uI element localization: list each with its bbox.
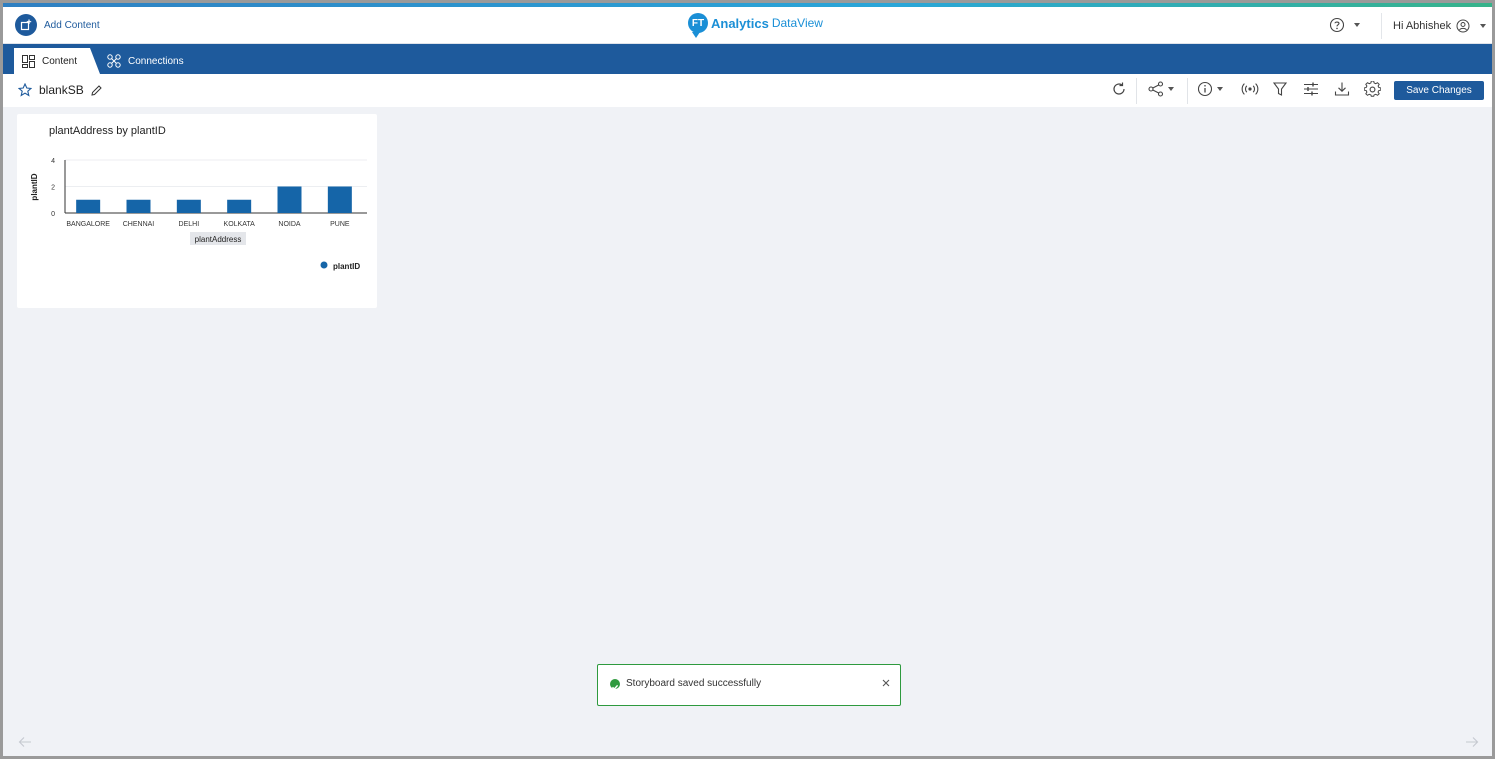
share-icon [1148, 81, 1164, 97]
bar-delhi [176, 199, 201, 213]
download-icon [1334, 82, 1350, 96]
dashboard-icon [22, 54, 35, 68]
add-content-label: Add Content [44, 19, 100, 31]
bar-noida [277, 186, 302, 213]
storyboard-toolbar: blankSB Save Changes [3, 74, 1492, 107]
save-changes-button[interactable]: Save Changes [1394, 81, 1484, 100]
y-axis-label: plantID [30, 173, 39, 200]
brand-logo: FT Analytics DataView [688, 13, 823, 38]
connections-icon [107, 54, 121, 68]
arrow-left-icon[interactable] [18, 736, 32, 748]
add-content-icon [15, 14, 37, 36]
x-tick-label: BANGALORE [66, 221, 110, 228]
chevron-down-icon [1480, 24, 1487, 28]
user-avatar-icon [1456, 19, 1470, 33]
x-tick-label: DELHI [179, 221, 200, 228]
toast-message: Storyboard saved successfully [626, 678, 762, 689]
close-icon[interactable] [880, 677, 892, 689]
x-tick-label: PUNE [330, 221, 350, 228]
arrow-right-icon[interactable] [1465, 736, 1479, 748]
bar-pune [327, 186, 352, 213]
toolbar-divider [1187, 78, 1188, 104]
y-tick-label: 2 [51, 185, 55, 192]
x-axis-label: plantAddress [195, 235, 242, 244]
refresh-icon [1113, 82, 1125, 95]
chevron-down-icon [1217, 87, 1223, 91]
y-tick-label: 0 [51, 211, 55, 218]
broadcast-icon [1241, 83, 1259, 95]
bar-chennai [126, 199, 151, 213]
bar-chart: 0 2 4 BANGALORE CHENNAI DELHI KOLKATA NOIDA PUNE… [30, 158, 367, 271]
chevron-down-icon [1354, 23, 1360, 27]
help-menu[interactable] [1329, 17, 1360, 33]
storyboard-name-group: blankSB [18, 83, 103, 97]
tab-bar: Content Connections [3, 44, 1492, 74]
y-tick-label: 4 [51, 158, 55, 165]
tab-content[interactable]: Content [14, 48, 100, 74]
user-greeting: Hi Abhishek [1393, 20, 1452, 32]
brand-name: Analytics [711, 15, 769, 31]
success-toast: Storyboard saved successfully [597, 664, 901, 706]
add-content-button[interactable]: Add Content [15, 14, 100, 36]
tab-connections[interactable]: Connections [107, 48, 184, 74]
tab-connections-label: Connections [128, 55, 184, 67]
share-button[interactable] [1148, 81, 1174, 97]
x-tick-label: KOLKATA [224, 221, 256, 228]
bar-kolkata [227, 199, 252, 213]
user-menu[interactable]: Hi Abhishek [1393, 19, 1487, 33]
app-header: Add Content FT Analytics DataView Hi Abh… [3, 7, 1492, 44]
filter-icon [1273, 82, 1287, 96]
header-divider [1381, 13, 1382, 39]
legend-label: plantID [333, 262, 360, 271]
sliders-icon [1304, 82, 1318, 96]
app-frame: Add Content FT Analytics DataView Hi Abh… [3, 3, 1492, 756]
settings-button[interactable] [1364, 81, 1381, 98]
x-tick-label: NOIDA [278, 221, 301, 228]
broadcast-button[interactable] [1241, 81, 1259, 97]
filter-button[interactable] [1273, 81, 1287, 97]
info-icon [1197, 81, 1213, 97]
star-icon[interactable] [18, 83, 32, 97]
x-tick-label: CHENNAI [123, 221, 155, 228]
success-check-icon [610, 679, 620, 691]
bar-bangalore [76, 199, 101, 213]
help-icon [1329, 17, 1345, 33]
edit-icon[interactable] [90, 84, 103, 97]
info-button[interactable] [1197, 81, 1223, 97]
sliders-button[interactable] [1303, 81, 1319, 97]
legend-marker [320, 261, 328, 269]
gear-icon [1364, 81, 1381, 97]
tab-content-label: Content [42, 55, 78, 67]
storyboard-title: blankSB [39, 83, 84, 97]
brand-badge: FT [688, 13, 708, 38]
chevron-down-icon [1168, 87, 1174, 91]
brand-suffix: DataView [771, 16, 823, 30]
chart-card[interactable]: plantAddress by plantID 0 2 4 BANGALORE CHEN… [17, 114, 377, 308]
toolbar-divider [1136, 78, 1137, 104]
download-button[interactable] [1334, 81, 1350, 97]
refresh-button[interactable] [1111, 81, 1127, 97]
